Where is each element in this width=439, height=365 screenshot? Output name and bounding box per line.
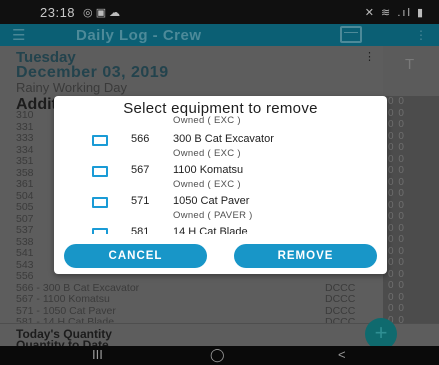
equipment-row-label: 358	[16, 166, 34, 179]
equipment-checkbox[interactable]	[92, 135, 108, 146]
equipment-row-label: 507	[16, 212, 34, 225]
log-header: Tuesday December 03, 2019 Rainy Working …	[0, 46, 383, 96]
right-panel-value: 0 0	[388, 188, 405, 199]
equipment-row-label: 566 - 300 B Cat Excavator	[16, 281, 140, 294]
right-panel: T 0 00 00 00 00 00 00 00 00 00 00 00 00 …	[383, 46, 439, 346]
app-bar: ☰ Daily Log - Crew ⋮	[0, 24, 439, 46]
equipment-row-label: 543	[16, 258, 34, 271]
app-title: Daily Log - Crew	[76, 26, 202, 44]
right-panel-value: 0 0	[388, 165, 405, 176]
equipment-row-label: 556	[16, 270, 34, 282]
dialog-equipment-list[interactable]: Owned ( EXC ) 566 300 B Cat Excavator Ow…	[54, 116, 387, 234]
equipment-item[interactable]: 581 14 H Cat Blade	[54, 225, 387, 234]
right-panel-value: 0 0	[388, 234, 405, 245]
right-panel-value: 0 0	[388, 291, 405, 303]
equipment-name: 1050 Cat Paver	[173, 195, 250, 207]
right-panel-value: 0 0	[388, 257, 405, 268]
equipment-item[interactable]: 567 1100 Komatsu	[54, 163, 387, 179]
equipment-row-label: 537	[16, 224, 34, 236]
equipment-item[interactable]: 566 300 B Cat Excavator	[54, 132, 387, 148]
equipment-row-label: 361	[16, 178, 34, 190]
system-nav-bar: III ◯ <	[0, 346, 439, 365]
owned-label: Owned ( PAVER )	[173, 210, 253, 221]
equipment-item[interactable]: 571 1050 Cat Paver	[54, 194, 387, 210]
right-panel-value: 0 0	[388, 268, 405, 280]
system-status-icons: ✕ ≋ .ıl ▮	[364, 6, 425, 19]
right-panel-value: 0 0	[388, 176, 405, 188]
status-bar: 23:18 ◎ ▣ ☁ ✕ ≋ .ıl ▮	[0, 0, 439, 24]
remove-button[interactable]: REMOVE	[234, 244, 377, 268]
cancel-button[interactable]: CANCEL	[64, 244, 207, 268]
overflow-menu-icon[interactable]: ⋮	[415, 28, 427, 42]
right-panel-value: 0 0	[388, 107, 405, 119]
equipment-row-label: 331	[16, 120, 34, 133]
equipment-number: 571	[131, 195, 150, 207]
notification-icons: ◎ ▣ ☁	[83, 6, 121, 19]
header-more-icon[interactable]: ⋮	[364, 50, 375, 63]
home-icon[interactable]: ◯	[210, 347, 225, 363]
calendar-icon[interactable]	[340, 26, 362, 43]
equipment-row-label: 541	[16, 247, 34, 259]
equipment-row-label: 351	[16, 155, 34, 167]
equipment-name: 300 B Cat Excavator	[173, 133, 274, 145]
equipment-row-label: 334	[16, 143, 34, 156]
right-panel-value: 0 0	[388, 245, 405, 257]
equipment-row-label: 571 - 1050 Cat Paver	[16, 304, 116, 317]
log-date: December 03, 2019	[16, 64, 169, 81]
right-panel-value: 0 0	[388, 119, 405, 130]
equipment-number: 567	[131, 164, 150, 176]
right-panel-value: 0 0	[388, 130, 405, 142]
right-panel-value: 0 0	[388, 199, 405, 211]
equipment-row-label: 333	[16, 132, 34, 144]
status-time: 23:18	[40, 4, 76, 20]
equipment-row-label: 567 - 1100 Komatsu	[16, 293, 110, 305]
recents-icon[interactable]: III	[92, 347, 103, 362]
hamburger-menu-icon[interactable]: ☰	[12, 26, 42, 44]
right-panel-value: 0 0	[388, 142, 405, 153]
right-panel-header: T	[383, 46, 439, 96]
equipment-row-label: 310	[16, 109, 34, 121]
equipment-name: 14 H Cat Blade	[173, 226, 248, 234]
equipment-row-code: DCCC	[325, 293, 356, 305]
log-weather: Rainy Working Day	[16, 80, 128, 95]
right-panel-value: 0 0	[388, 303, 405, 314]
equipment-row-label: 504	[16, 189, 34, 202]
back-icon[interactable]: <	[338, 347, 346, 362]
equipment-number: 566	[131, 133, 150, 145]
right-panel-value: 0 0	[388, 211, 405, 222]
owned-label: Owned ( EXC )	[173, 179, 241, 190]
equipment-checkbox[interactable]	[92, 166, 108, 177]
equipment-number: 581	[131, 226, 150, 234]
right-panel-value: 0 0	[388, 96, 405, 107]
log-day: Tuesday	[16, 49, 76, 66]
right-panel-values: 0 00 00 00 00 00 00 00 00 00 00 00 00 00…	[383, 96, 439, 326]
owned-label: Owned ( EXC )	[173, 148, 241, 159]
remove-equipment-dialog: Select equipment to remove Owned ( EXC )…	[54, 96, 387, 274]
dialog-actions: CANCEL REMOVE	[54, 244, 387, 270]
equipment-checkbox[interactable]	[92, 228, 108, 234]
equipment-row-label: 538	[16, 235, 34, 248]
right-panel-value: 0 0	[388, 222, 405, 234]
right-panel-value: 0 0	[388, 153, 405, 165]
equipment-row-label: 505	[16, 201, 34, 213]
dialog-title: Select equipment to remove	[123, 100, 318, 117]
owned-label: Owned ( EXC )	[173, 116, 241, 126]
equipment-name: 1100 Komatsu	[173, 164, 244, 176]
equipment-checkbox[interactable]	[92, 197, 108, 208]
right-panel-value: 0 0	[388, 280, 405, 291]
